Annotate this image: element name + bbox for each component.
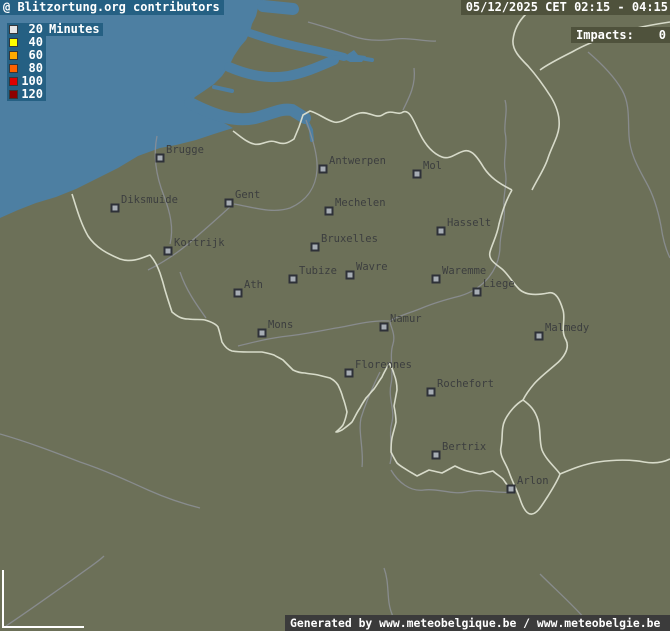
city-label-mol: Mol	[423, 160, 442, 172]
city-marker-tubize	[290, 276, 297, 283]
city-label-antwerpen: Antwerpen	[329, 155, 386, 167]
impacts-counter: Impacts: 0	[571, 27, 670, 43]
legend-color-swatch	[9, 77, 18, 86]
city-marker-waremme	[433, 276, 440, 283]
city-label-waremme: Waremme	[442, 265, 486, 277]
legend-unit-label: Minutes	[49, 23, 100, 36]
city-marker-mol	[414, 171, 421, 178]
city-label-arlon: Arlon	[517, 475, 549, 487]
city-marker-hasselt	[438, 228, 445, 235]
legend-color-swatch	[9, 64, 18, 73]
city-marker-kortrijk	[165, 248, 172, 255]
city-marker-malmedy	[536, 333, 543, 340]
legend-color-swatch	[9, 38, 18, 47]
city-marker-bertrix	[433, 452, 440, 459]
city-marker-namur	[381, 324, 388, 331]
city-marker-arlon	[508, 486, 515, 493]
city-label-mons: Mons	[268, 319, 293, 331]
city-label-bruxelles: Bruxelles	[321, 233, 378, 245]
impacts-label: Impacts:	[576, 27, 634, 43]
city-marker-rochefort	[428, 389, 435, 396]
city-marker-bruxelles	[312, 244, 319, 251]
city-marker-ath	[235, 290, 242, 297]
legend-color-swatch	[9, 25, 18, 34]
legend-minutes-value: 120	[21, 88, 43, 101]
city-marker-brugge	[157, 155, 164, 162]
city-label-hasselt: Hasselt	[447, 217, 491, 229]
city-marker-diksmuide	[112, 205, 119, 212]
city-label-mechelen: Mechelen	[335, 197, 386, 209]
attribution-bar: @ Blitzortung.org contributors	[0, 0, 224, 15]
city-label-namur: Namur	[390, 313, 422, 325]
legend-item-20: 20Minutes	[7, 23, 103, 36]
city-marker-wavre	[347, 272, 354, 279]
city-label-malmedy: Malmedy	[545, 322, 589, 334]
city-label-florennes: Florennes	[355, 359, 412, 371]
city-label-bertrix: Bertrix	[442, 441, 486, 453]
legend-color-swatch	[9, 90, 18, 99]
city-label-rochefort: Rochefort	[437, 378, 494, 390]
legend-color-swatch	[9, 51, 18, 60]
city-label-diksmuide: Diksmuide	[121, 194, 178, 206]
timestamp-box: 05/12/2025 CET 02:15 - 04:15	[461, 0, 670, 15]
city-label-brugge: Brugge	[166, 144, 204, 156]
city-marker-gent	[226, 200, 233, 207]
city-marker-antwerpen	[320, 166, 327, 173]
city-label-liege: Liege	[483, 278, 515, 290]
impacts-value: 0	[659, 27, 666, 43]
city-marker-mechelen	[326, 208, 333, 215]
city-label-wavre: Wavre	[356, 261, 388, 273]
city-label-gent: Gent	[235, 189, 260, 201]
city-marker-florennes	[346, 370, 353, 377]
city-marker-mons	[259, 330, 266, 337]
city-label-kortrijk: Kortrijk	[174, 237, 225, 249]
age-legend: 20Minutes406080100120	[7, 23, 103, 101]
lightning-map-view: Brugge Antwerpen Mol Diksmuide Gent Mechelen H…	[0, 0, 670, 631]
city-label-tubize: Tubize	[299, 265, 337, 277]
legend-item-120: 120	[7, 88, 46, 101]
city-label-ath: Ath	[244, 279, 263, 291]
footer-credit: Generated by www.meteobelgique.be / www.…	[285, 615, 670, 631]
city-marker-liege	[474, 289, 481, 296]
